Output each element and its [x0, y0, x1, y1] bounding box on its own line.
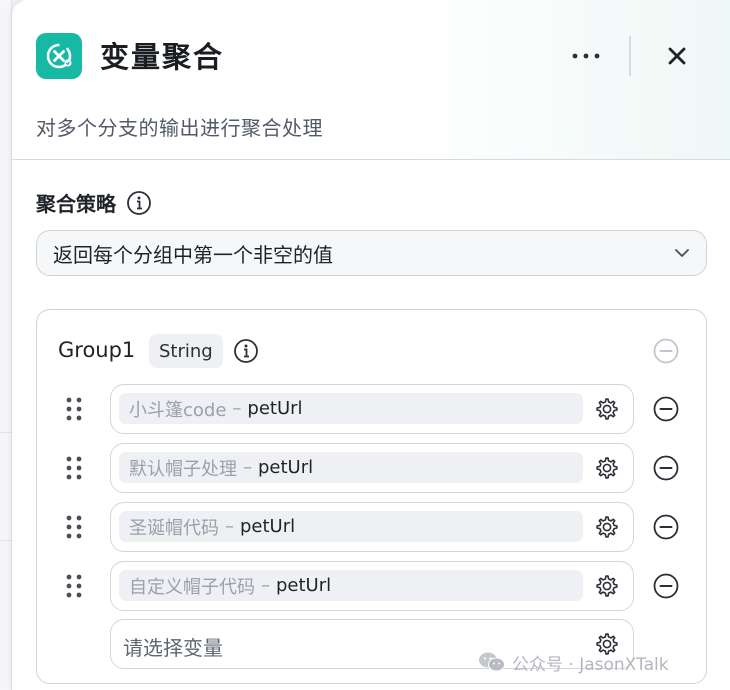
- variable-row: 圣诞帽代码 – petUrl: [37, 502, 708, 552]
- variable-node-name: 自定义帽子代码: [129, 576, 255, 598]
- variable-separator: –: [232, 398, 242, 419]
- variable-field-name: petUrl: [258, 457, 314, 478]
- variable-row: 小斗篷code – petUrl: [37, 384, 708, 434]
- variable-selector[interactable]: 默认帽子处理 – petUrl: [110, 443, 634, 493]
- minus-circle-icon: [653, 514, 679, 540]
- variable-selector[interactable]: 小斗篷code – petUrl: [110, 384, 634, 434]
- variable-row: 自定义帽子代码 – petUrl: [37, 561, 708, 611]
- strategy-label: 聚合策略: [36, 188, 152, 217]
- drag-handle-icon[interactable]: [65, 514, 83, 540]
- info-icon[interactable]: [126, 190, 152, 216]
- minus-circle-icon: [653, 338, 679, 364]
- drag-handle-icon[interactable]: [65, 573, 83, 599]
- chevron-down-icon: [675, 249, 689, 257]
- variable-node-name: 小斗篷code: [129, 399, 227, 421]
- add-variable-placeholder: 请选择变量: [123, 636, 223, 660]
- variable-chip[interactable]: 圣诞帽代码 – petUrl: [119, 511, 583, 542]
- variable-row: 默认帽子处理 – petUrl: [37, 443, 708, 493]
- panel-header: 变量聚合 对多个分支的输出进行聚合处理: [12, 0, 730, 160]
- variable-aggregator-icon: [36, 33, 82, 79]
- group-info-icon[interactable]: [233, 338, 259, 368]
- minus-circle-icon: [653, 455, 679, 481]
- remove-variable-button[interactable]: [651, 512, 681, 542]
- watermark: 公众号 · JasonXTalk: [478, 648, 669, 676]
- group-type-badge: String: [149, 334, 223, 368]
- more-options-button[interactable]: [564, 38, 608, 74]
- variable-chip[interactable]: 小斗篷code – petUrl: [119, 393, 583, 424]
- panel-description: 对多个分支的输出进行聚合处理: [36, 116, 323, 140]
- variable-selector[interactable]: 圣诞帽代码 – petUrl: [110, 502, 634, 552]
- variable-separator: –: [243, 457, 252, 478]
- gear-icon[interactable]: [593, 572, 621, 600]
- variable-field-name: petUrl: [240, 516, 296, 537]
- gear-icon[interactable]: [593, 513, 621, 541]
- close-button[interactable]: [657, 36, 697, 76]
- variable-separator: –: [225, 516, 234, 537]
- remove-variable-button[interactable]: [651, 394, 681, 424]
- drag-handle-icon[interactable]: [65, 396, 83, 422]
- minus-circle-icon: [653, 396, 679, 422]
- strategy-label-text: 聚合策略: [36, 192, 116, 216]
- remove-variable-button[interactable]: [651, 453, 681, 483]
- header-divider: [629, 36, 631, 76]
- gear-icon[interactable]: [593, 395, 621, 423]
- variable-aggregator-panel: 变量聚合 对多个分支的输出进行聚合处理 聚合策略 返回每个分组中第一个非空的值 …: [12, 0, 730, 690]
- group-name[interactable]: Group1: [58, 338, 135, 362]
- variable-selector[interactable]: 自定义帽子代码 – petUrl: [110, 561, 634, 611]
- strategy-select-value: 返回每个分组中第一个非空的值: [53, 242, 333, 267]
- variable-field-name: petUrl: [247, 398, 303, 419]
- background-canvas-strip: [0, 0, 12, 690]
- close-icon: [668, 47, 686, 65]
- gear-icon[interactable]: [593, 454, 621, 482]
- drag-handle-icon[interactable]: [65, 455, 83, 481]
- variable-separator: –: [261, 575, 270, 596]
- remove-group-button[interactable]: [651, 336, 681, 366]
- variable-chip[interactable]: 自定义帽子代码 – petUrl: [119, 570, 583, 601]
- variable-node-name: 默认帽子处理: [129, 458, 237, 480]
- watermark-text: 公众号 · JasonXTalk: [512, 654, 669, 675]
- variable-chip[interactable]: 默认帽子处理 – petUrl: [119, 452, 583, 483]
- more-dots-icon: [572, 53, 600, 59]
- panel-title: 变量聚合: [100, 40, 225, 74]
- minus-circle-icon: [653, 573, 679, 599]
- variable-field-name: petUrl: [276, 575, 332, 596]
- variable-node-name: 圣诞帽代码: [129, 517, 219, 539]
- group-card: Group1 String 小斗篷code – petUrl 默认帽子处理 – …: [36, 309, 707, 684]
- wechat-icon: [479, 652, 505, 672]
- strategy-select[interactable]: 返回每个分组中第一个非空的值: [36, 230, 707, 276]
- remove-variable-button[interactable]: [651, 571, 681, 601]
